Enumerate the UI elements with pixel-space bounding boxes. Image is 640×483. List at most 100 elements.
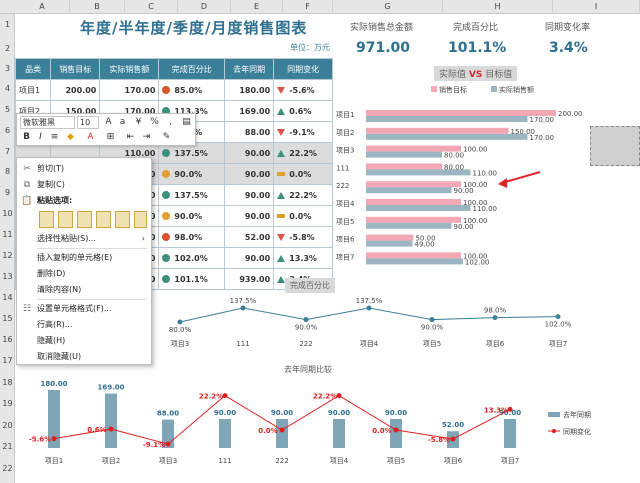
column-header-G[interactable]: G — [333, 0, 443, 14]
row-header-4[interactable]: 4 — [0, 84, 15, 93]
percent-button[interactable]: % — [148, 116, 161, 129]
fill-color-icon[interactable]: ◆ — [64, 131, 77, 144]
row-header-21[interactable]: 21 — [0, 442, 15, 451]
increase-decimal-icon[interactable]: ⇥ — [140, 131, 153, 144]
row-header-18[interactable]: 18 — [0, 378, 15, 387]
yoy-comparison-chart[interactable]: 180.00 项目1 169.00 项目2 88.00 项目3 90.00 111 90.00 2… — [18, 374, 640, 483]
menu-paste-special[interactable]: 选择性粘贴(S)... › — [17, 231, 151, 247]
line-point[interactable] — [336, 393, 342, 399]
bar-last-year[interactable] — [504, 419, 516, 448]
column-header-B[interactable]: B — [70, 0, 125, 14]
bar-actual[interactable] — [366, 133, 528, 140]
bar-last-year[interactable] — [333, 419, 345, 448]
table-cell[interactable]: 200.00 — [50, 79, 101, 101]
bold-button[interactable]: B — [20, 131, 33, 144]
paste-formula-icon[interactable] — [77, 211, 92, 228]
table-cell[interactable]: 52.00 — [224, 226, 275, 248]
table-cell[interactable]: 90.00 — [224, 184, 275, 206]
table-cell[interactable]: 0.0% — [273, 205, 333, 227]
menu-copy[interactable]: ⧉ 复制(C) — [17, 177, 151, 193]
row-header-7[interactable]: 7 — [0, 147, 15, 156]
table-cell[interactable]: 项目1 — [14, 79, 52, 101]
column-header-C[interactable]: C — [125, 0, 178, 14]
paste-values-icon[interactable] — [58, 211, 73, 228]
menu-delete[interactable]: 删除(D) — [17, 266, 151, 282]
column-header-E[interactable]: E — [231, 0, 283, 14]
bar-actual[interactable] — [366, 205, 471, 211]
bar-actual[interactable] — [366, 151, 442, 158]
bar-last-year[interactable] — [390, 419, 402, 448]
row-header-12[interactable]: 12 — [0, 251, 15, 260]
align-center-icon[interactable]: ≡ — [48, 131, 61, 144]
row-header-2[interactable]: 2 — [0, 44, 15, 53]
row-header-19[interactable]: 19 — [0, 399, 15, 408]
row-header-13[interactable]: 13 — [0, 272, 15, 281]
bar-actual[interactable] — [366, 258, 463, 265]
line-point[interactable] — [393, 427, 399, 433]
eraser-icon[interactable]: ✎ — [160, 131, 173, 144]
table-cell[interactable]: -9.1% — [273, 121, 333, 143]
line-point[interactable] — [222, 393, 228, 399]
bar-target[interactable] — [366, 127, 509, 134]
table-cell[interactable]: 98.0% — [158, 226, 226, 248]
target-vs-actual-chart[interactable]: 销售目标 实际销售额项目1 200.00170.00项目2 150.00170.00项… — [336, 62, 586, 267]
row-header-15[interactable]: 15 — [0, 314, 15, 323]
menu-cut[interactable]: ✂ 剪切(T) — [17, 161, 151, 177]
grow-font-icon[interactable]: A — [102, 116, 115, 129]
line-point[interactable] — [429, 317, 435, 323]
bar-actual[interactable] — [366, 116, 528, 122]
italic-button[interactable]: I — [34, 131, 47, 144]
row-header-22[interactable]: 22 — [0, 464, 15, 473]
row-header-8[interactable]: 8 — [0, 167, 15, 176]
table-cell[interactable]: 169.00 — [224, 100, 275, 122]
table-cell[interactable]: 22.2% — [273, 142, 333, 164]
bar-last-year[interactable] — [219, 419, 231, 448]
column-header-I[interactable]: I — [553, 0, 640, 14]
table-cell[interactable]: 88.00 — [224, 121, 275, 143]
bar-last-year[interactable] — [105, 393, 117, 448]
table-cell[interactable]: 85.0% — [158, 79, 226, 101]
line-point[interactable] — [165, 441, 171, 447]
line-point[interactable] — [303, 317, 309, 323]
line-point[interactable] — [51, 436, 57, 442]
bar-target[interactable] — [366, 181, 461, 188]
completion-line-chart[interactable]: 80.0% 项目3 137.5% 111 90.0% 222 137.5% 项目4 90.0% 项… — [150, 296, 600, 356]
table-cell[interactable]: 13.3% — [273, 247, 333, 269]
bar-target[interactable] — [366, 110, 556, 116]
table-cell[interactable]: -5.8% — [273, 226, 333, 248]
table-cell[interactable]: 90.0% — [158, 163, 226, 185]
row-header-3[interactable]: 3 — [0, 64, 15, 73]
table-cell[interactable]: 22.2% — [273, 184, 333, 206]
row-header-9[interactable]: 9 — [0, 188, 15, 197]
bar-target[interactable] — [366, 216, 461, 223]
line-point[interactable] — [366, 305, 372, 311]
font-name-select[interactable]: 微软雅黑 — [20, 116, 75, 129]
line-point[interactable] — [177, 319, 183, 325]
decrease-decimal-icon[interactable]: ⇤ — [124, 131, 137, 144]
row-header-10[interactable]: 10 — [0, 209, 15, 218]
column-header-H[interactable]: H — [443, 0, 553, 14]
line-point[interactable] — [450, 436, 456, 442]
table-cell[interactable]: 0.0% — [273, 163, 333, 185]
borders-icon[interactable]: ⊞ — [104, 131, 117, 144]
bar-target[interactable] — [366, 252, 461, 259]
row-header-1[interactable]: 1 — [0, 20, 15, 29]
menu-hide[interactable]: 隐藏(H) — [17, 333, 151, 349]
row-header-20[interactable]: 20 — [0, 421, 15, 430]
selected-cells[interactable] — [590, 126, 640, 166]
bar-actual[interactable] — [366, 222, 452, 229]
column-header-A[interactable]: A — [15, 0, 70, 14]
menu-clear-contents[interactable]: 清除内容(N) — [17, 282, 151, 298]
paste-icon[interactable] — [39, 211, 54, 228]
table-cell[interactable]: 101.1% — [158, 268, 226, 290]
table-cell[interactable]: 90.00 — [224, 163, 275, 185]
row-header-6[interactable]: 6 — [0, 126, 15, 135]
table-cell[interactable]: 90.00 — [224, 247, 275, 269]
line-point[interactable] — [240, 305, 246, 311]
table-cell[interactable]: 939.00 — [224, 268, 275, 290]
bar-actual[interactable] — [366, 187, 452, 194]
font-color-icon[interactable]: A — [84, 131, 97, 144]
paste-formatting-icon[interactable] — [96, 211, 111, 228]
bar-target[interactable] — [366, 163, 442, 170]
font-size-select[interactable]: 10 — [77, 116, 99, 129]
